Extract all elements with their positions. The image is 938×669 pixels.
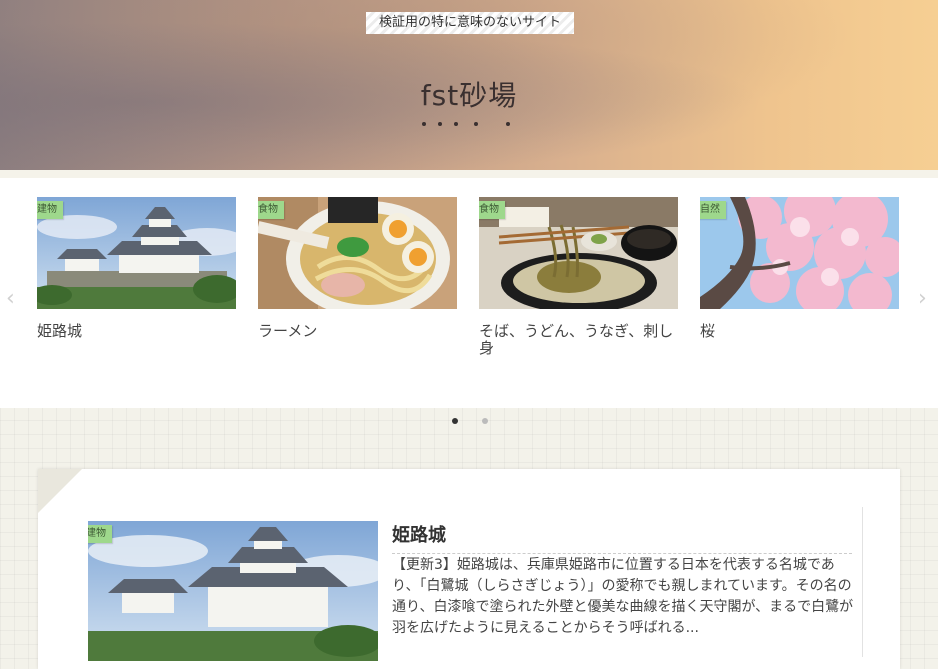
article-thumbnail[interactable]: 建物 <box>88 521 378 661</box>
card-title[interactable]: ラーメン <box>258 323 457 340</box>
soba-image <box>479 197 678 309</box>
carousel-next-arrow[interactable]: › <box>918 288 927 310</box>
carousel-card[interactable]: 自然 桜 <box>700 197 899 340</box>
site-tagline: 検証用の特に意味のないサイト <box>366 12 574 34</box>
article-divider <box>862 507 863 657</box>
card-thumbnail[interactable]: 建物 <box>37 197 236 309</box>
article-title[interactable]: 姫路城 <box>392 521 852 554</box>
category-label[interactable]: 食物 <box>479 201 505 219</box>
pager-dot-2[interactable] <box>482 418 488 424</box>
himeji-castle-image <box>37 197 236 309</box>
card-title[interactable]: 姫路城 <box>37 323 236 340</box>
featured-carousel: ‹ 建物 姫路城 食物 ラーメン 食物 そば、うどん、うなぎ、刺し身 自然 桜 … <box>0 170 938 408</box>
category-label[interactable]: 自然 <box>700 201 726 219</box>
carousel-prev-arrow[interactable]: ‹ <box>6 288 15 310</box>
category-label[interactable]: 食物 <box>258 201 284 219</box>
card-title[interactable]: そば、うどん、うなぎ、刺し身 <box>479 323 678 357</box>
carousel-card[interactable]: 食物 そば、うどん、うなぎ、刺し身 <box>479 197 678 357</box>
article-excerpt: 【更新3】姫路城は、兵庫県姫路市に位置する日本を代表する名城であり、「白鷺城（し… <box>392 557 854 636</box>
article-corner-fold <box>38 469 82 513</box>
card-thumbnail[interactable]: 食物 <box>258 197 457 309</box>
carousel-card[interactable]: 食物 ラーメン <box>258 197 457 340</box>
ramen-image <box>258 197 457 309</box>
site-title[interactable]: fst砂場 <box>0 74 938 114</box>
site-header: 検証用の特に意味のないサイト fst砂場 <box>0 0 938 170</box>
category-label[interactable]: 建物 <box>37 201 63 219</box>
card-title[interactable]: 桜 <box>700 323 899 340</box>
article-card: 建物 姫路城 【更新3】姫路城は、兵庫県姫路市に位置する日本を代表する名城であり… <box>38 469 900 669</box>
category-label[interactable]: 建物 <box>88 525 112 543</box>
card-thumbnail[interactable]: 自然 <box>700 197 899 309</box>
card-thumbnail[interactable]: 食物 <box>479 197 678 309</box>
cherry-blossom-image <box>700 197 899 309</box>
pager-dot-1[interactable] <box>452 418 458 424</box>
carousel-pager <box>0 418 938 426</box>
title-decoration-dots <box>422 122 512 130</box>
himeji-castle-image <box>88 521 378 661</box>
carousel-card[interactable]: 建物 姫路城 <box>37 197 236 340</box>
